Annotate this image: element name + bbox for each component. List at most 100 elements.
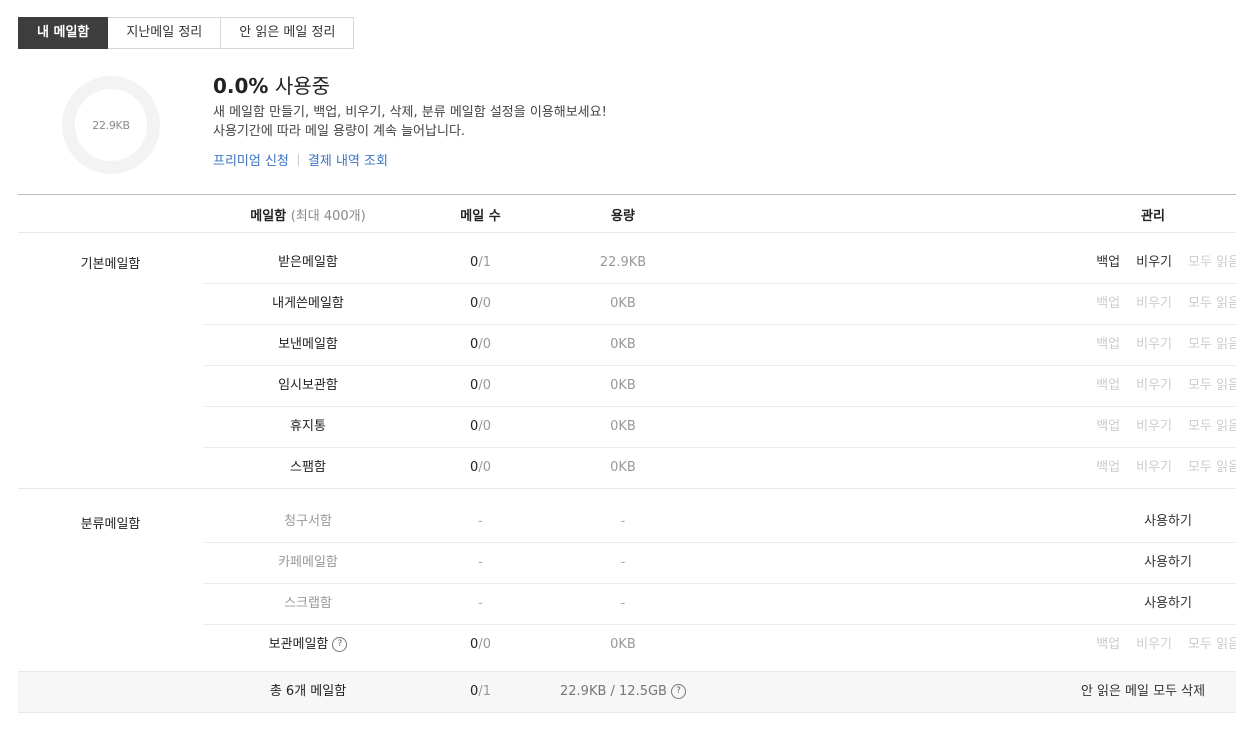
empty-button[interactable]: 비우기	[1136, 625, 1172, 665]
group-label-category: 분류메일함	[80, 517, 141, 532]
tab-unread-mail-cleanup[interactable]: 안 읽은 메일 정리	[221, 17, 355, 49]
mail-count: 0/0	[470, 460, 491, 475]
table-row: 스팸함 0/0 0KB 백업 비우기 모두 읽음	[203, 448, 1236, 488]
tab-old-mail-cleanup[interactable]: 지난메일 정리	[108, 17, 222, 49]
backup-button[interactable]: 백업	[1096, 284, 1120, 324]
mailbox-table: 메일함 (최대 400개) 메일 수 용량 관리 기본메일함 받은메일함 0/1…	[18, 194, 1236, 713]
summary-size-wrap: 22.9KB / 12.5GB?	[538, 672, 708, 712]
delete-unread-button[interactable]: 안 읽은 메일 모두 삭제	[1048, 672, 1236, 712]
read-all-button[interactable]: 모두 읽음	[1188, 366, 1236, 406]
usage-percent-suffix: 사용중	[274, 74, 331, 98]
enable-button[interactable]: 사용하기	[1058, 543, 1236, 583]
col-size-header: 용량	[611, 209, 635, 224]
manage-actions: 사용하기	[1058, 502, 1236, 542]
table-row: 임시보관함 0/0 0KB 백업 비우기 모두 읽음	[203, 366, 1236, 407]
backup-button[interactable]: 백업	[1096, 243, 1120, 283]
mailbox-name: 보관메일함?	[203, 625, 413, 665]
usage-title: 0.0% 사용중	[213, 72, 607, 100]
mailbox-name-text[interactable]: 보관메일함	[269, 637, 329, 652]
mailbox-name: 카페메일함	[278, 555, 338, 570]
manage-actions: 백업 비우기 모두 읽음	[1058, 325, 1236, 365]
mail-size: 0KB	[610, 296, 636, 311]
read-all-button[interactable]: 모두 읽음	[1188, 625, 1236, 665]
usage-desc-line1: 새 메일함 만들기, 백업, 비우기, 삭제, 분류 메일함 설정을 이용해보세…	[213, 105, 607, 120]
help-icon[interactable]: ?	[332, 637, 348, 652]
usage-description: 새 메일함 만들기, 백업, 비우기, 삭제, 분류 메일함 설정을 이용해보세…	[213, 103, 607, 141]
mail-count: 0/0	[470, 378, 491, 393]
read-all-button[interactable]: 모두 읽음	[1188, 407, 1236, 447]
mailbox-name[interactable]: 스팸함	[203, 448, 413, 488]
mail-size: 0KB	[610, 378, 636, 393]
category-mailbox-group: 분류메일함 청구서함 - - 사용하기 카페메일함 - - 사용하기 스크랩함 …	[18, 489, 1236, 672]
empty-button[interactable]: 비우기	[1136, 325, 1172, 365]
premium-link[interactable]: 프리미엄 신청	[213, 150, 289, 169]
storage-donut-label: 22.9KB	[92, 118, 130, 132]
manage-actions: 사용하기	[1058, 584, 1236, 624]
mail-size: 0KB	[610, 460, 636, 475]
usage-summary: 0.0% 사용중 새 메일함 만들기, 백업, 비우기, 삭제, 분류 메일함 …	[213, 72, 607, 169]
mailbox-tabs: 내 메일함 지난메일 정리 안 읽은 메일 정리	[18, 17, 355, 49]
manage-actions: 백업 비우기 모두 읽음	[1058, 448, 1236, 488]
mail-count: 0/0	[470, 637, 491, 652]
mailbox-name: 청구서함	[284, 514, 332, 529]
table-row: 보관메일함? 0/0 0KB 백업 비우기 모두 읽음	[203, 625, 1236, 665]
mailbox-name[interactable]: 보낸메일함	[203, 325, 413, 365]
payment-history-link[interactable]: 결제 내역 조회	[308, 150, 388, 169]
table-row: 청구서함 - - 사용하기	[203, 502, 1236, 543]
mail-count: -	[478, 514, 483, 529]
backup-button[interactable]: 백업	[1096, 366, 1120, 406]
manage-actions: 백업 비우기 모두 읽음	[1058, 284, 1236, 324]
mail-count: 0/0	[470, 419, 491, 434]
mailbox-name: 스크랩함	[284, 596, 332, 611]
backup-button[interactable]: 백업	[1096, 448, 1120, 488]
backup-button[interactable]: 백업	[1096, 325, 1120, 365]
summary-name: 총 6개 메일함	[269, 684, 347, 699]
table-row: 받은메일함 0/1 22.9KB 백업 비우기 모두 읽음	[203, 243, 1236, 284]
usage-percent: 0.0%	[213, 74, 269, 98]
tab-my-mailbox[interactable]: 내 메일함	[18, 17, 109, 49]
mail-count: 0/1	[470, 255, 491, 270]
usage-desc-line2: 사용기간에 따라 메일 용량이 계속 늘어납니다.	[213, 124, 466, 139]
manage-actions: 사용하기	[1058, 543, 1236, 583]
backup-button[interactable]: 백업	[1096, 625, 1120, 665]
read-all-button[interactable]: 모두 읽음	[1188, 243, 1236, 283]
summary-row: 총 6개 메일함 0/1 22.9KB / 12.5GB? 안 읽은 메일 모두…	[18, 672, 1236, 713]
help-icon[interactable]: ?	[670, 684, 686, 699]
mail-size: 0KB	[610, 419, 636, 434]
mail-size: 22.9KB	[599, 255, 647, 270]
basic-mailbox-group: 기본메일함 받은메일함 0/1 22.9KB 백업 비우기 모두 읽음 내게쓴메…	[18, 233, 1236, 489]
manage-actions: 백업 비우기 모두 읽음	[1058, 407, 1236, 447]
col-count-header: 메일 수	[460, 209, 501, 224]
empty-button[interactable]: 비우기	[1136, 284, 1172, 324]
empty-button[interactable]: 비우기	[1136, 366, 1172, 406]
table-header: 메일함 (최대 400개) 메일 수 용량 관리	[18, 195, 1236, 233]
col-mailbox-header: 메일함 (최대 400개)	[203, 205, 413, 224]
mail-size: -	[620, 555, 626, 570]
mail-size: 0KB	[610, 637, 636, 652]
backup-button[interactable]: 백업	[1096, 407, 1120, 447]
storage-donut: 22.9KB	[62, 76, 160, 174]
mailbox-name[interactable]: 받은메일함	[203, 243, 413, 283]
col-mailbox-sub: (최대 400개)	[290, 209, 366, 224]
mailbox-name[interactable]: 내게쓴메일함	[203, 284, 413, 324]
enable-button[interactable]: 사용하기	[1058, 502, 1236, 542]
read-all-button[interactable]: 모두 읽음	[1188, 325, 1236, 365]
empty-button[interactable]: 비우기	[1136, 243, 1172, 283]
mail-count: -	[478, 596, 483, 611]
manage-actions: 백업 비우기 모두 읽음	[1058, 366, 1236, 406]
link-divider	[297, 153, 299, 166]
manage-actions: 백업 비우기 모두 읽음	[1058, 625, 1236, 665]
usage-links: 프리미엄 신청 결제 내역 조회	[213, 150, 607, 169]
table-row: 내게쓴메일함 0/0 0KB 백업 비우기 모두 읽음	[203, 284, 1236, 325]
mailbox-name[interactable]: 휴지통	[203, 407, 413, 447]
summary-size: 22.9KB / 12.5GB	[560, 684, 667, 699]
read-all-button[interactable]: 모두 읽음	[1188, 448, 1236, 488]
mailbox-name[interactable]: 임시보관함	[203, 366, 413, 406]
mail-count: -	[478, 555, 483, 570]
mail-count: 0/0	[470, 337, 491, 352]
empty-button[interactable]: 비우기	[1136, 407, 1172, 447]
enable-button[interactable]: 사용하기	[1058, 584, 1236, 624]
empty-button[interactable]: 비우기	[1136, 448, 1172, 488]
manage-actions: 백업 비우기 모두 읽음	[1058, 243, 1236, 283]
read-all-button[interactable]: 모두 읽음	[1188, 284, 1236, 324]
